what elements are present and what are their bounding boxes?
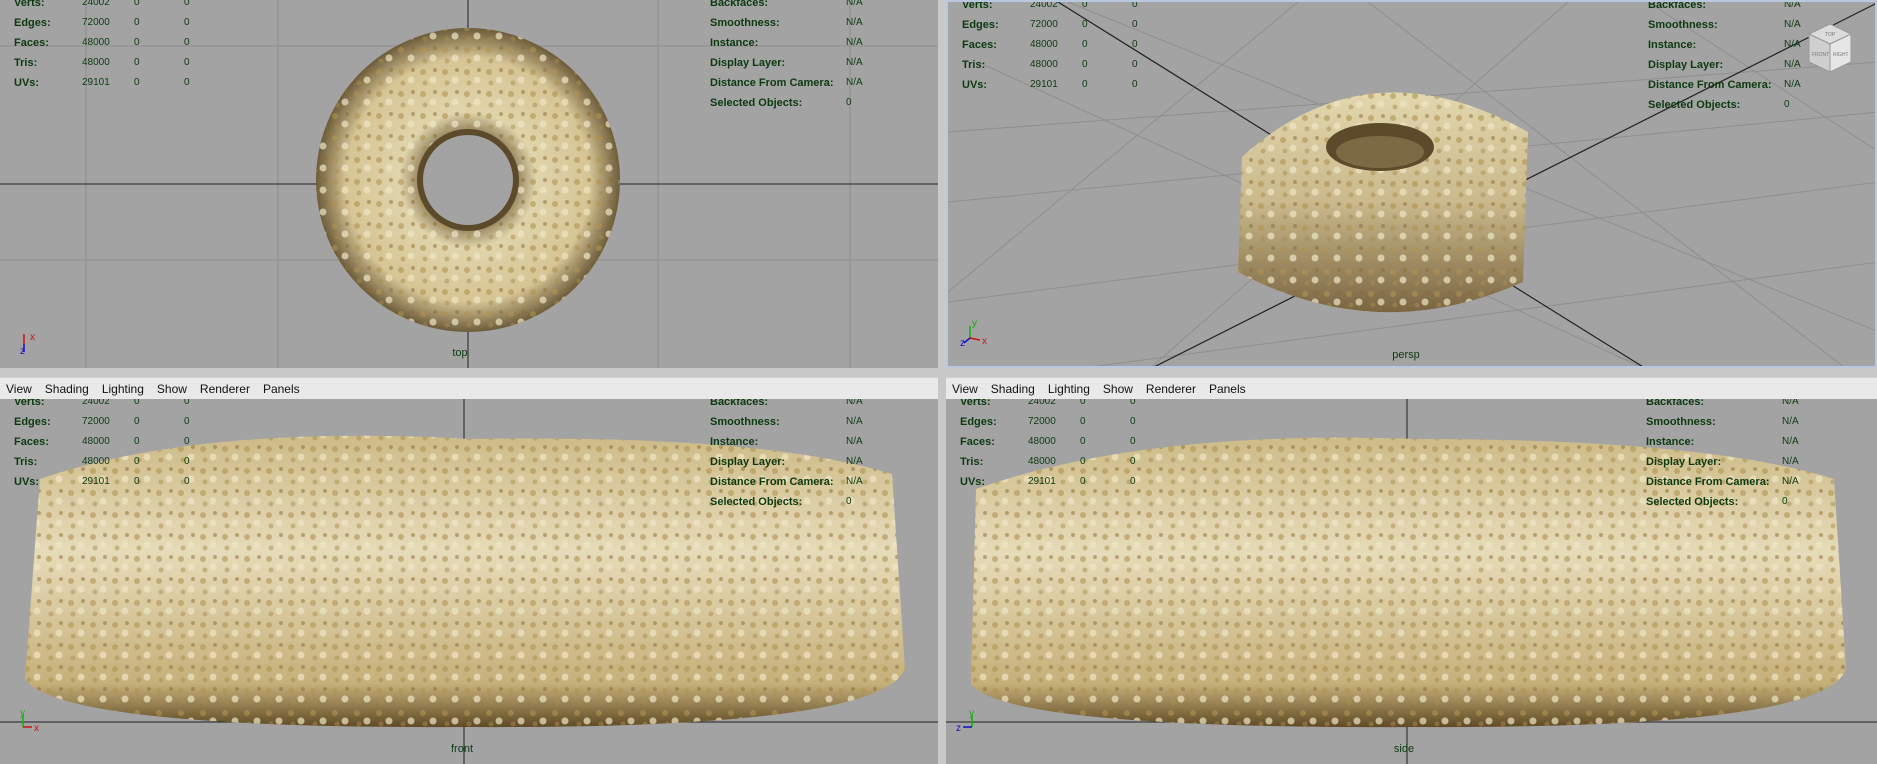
menu-lighting[interactable]: Lighting	[1042, 382, 1097, 396]
svg-text:z: z	[960, 338, 965, 348]
svg-text:z: z	[20, 346, 25, 354]
hud-row: Display Layer: N/A	[710, 456, 863, 468]
svg-text:y: y	[20, 709, 25, 719]
hud-object-info: Backfaces: N/A Smoothness: N/A Instance: N/…	[1648, 0, 1801, 115]
svg-text:TOP: TOP	[1825, 32, 1836, 38]
viewport-side[interactable]: Verts: 24002 0 0 Edges: 72000 0 0 Faces: 48000 0…	[946, 399, 1877, 764]
hud-row: Instance: N/A	[1646, 436, 1799, 448]
hud-row: Smoothness: N/A	[1646, 416, 1799, 428]
hud-row: Backfaces: N/A	[710, 399, 863, 408]
menu-shading[interactable]: Shading	[985, 382, 1042, 396]
hud-row: Edges: 72000 0 0	[14, 17, 190, 29]
viewcube-icon[interactable]: TOP FRONT RIGHT	[1807, 20, 1853, 80]
menu-panels[interactable]: Panels	[257, 382, 307, 396]
menu-shading[interactable]: Shading	[39, 382, 96, 396]
hud-row: Faces: 48000 0 0	[14, 436, 190, 448]
hud-row: Instance: N/A	[710, 37, 863, 49]
hud-row: Edges: 72000 0 0	[960, 416, 1136, 428]
axis-gizmo-side: y z	[956, 708, 980, 734]
hud-poly-count: Verts: 24002 0 0 Edges: 72000 0 0 Faces: 48000 0…	[14, 0, 214, 93]
hud-row: Backfaces: N/A	[710, 0, 863, 9]
hud-row: Tris: 48000 0 0	[14, 456, 190, 468]
hud-row: Verts: 24002 0 0	[14, 0, 190, 9]
hud-row: Tris: 48000 0 0	[14, 57, 190, 69]
hud-row: Verts: 24002 0 0	[14, 399, 190, 408]
menu-show[interactable]: Show	[1097, 382, 1140, 396]
hud-row: Selected Objects: 0	[1646, 496, 1788, 508]
hud-row: Backfaces: N/A	[1648, 0, 1801, 11]
svg-text:z: z	[956, 723, 961, 734]
svg-text:x: x	[30, 332, 35, 343]
camera-label-persp: persp	[1392, 349, 1420, 361]
hud-row: Smoothness: N/A	[710, 416, 863, 428]
axis-gizmo-persp: y x z	[960, 318, 987, 349]
hud-row: Tris: 48000 0 0	[960, 456, 1136, 468]
hud-row: Smoothness: N/A	[1648, 19, 1801, 31]
hud-row: Faces: 48000 0 0	[960, 436, 1136, 448]
hud-row: Selected Objects: 0	[710, 97, 852, 109]
hud-row: UVs: 29101 0 0	[14, 476, 190, 488]
svg-text:y: y	[969, 709, 974, 719]
hud-row: Selected Objects: 0	[1648, 99, 1790, 111]
hud-row: Display Layer: N/A	[1648, 59, 1801, 71]
menu-view[interactable]: View	[946, 382, 985, 396]
hud-row: Instance: N/A	[710, 436, 863, 448]
hud-row: Distance From Camera: N/A	[1648, 79, 1801, 91]
menu-view[interactable]: View	[0, 382, 39, 396]
camera-label-side: side	[1393, 743, 1415, 755]
menu-renderer[interactable]: Renderer	[194, 382, 257, 396]
hud-row: Display Layer: N/A	[1646, 456, 1799, 468]
hud-row: UVs: 29101 0 0	[960, 476, 1136, 488]
hud-row: Distance From Camera: N/A	[710, 476, 863, 488]
maya-viewports-window: Verts: 24002 0 0 Edges: 72000 0 0 Faces: 48000 0…	[0, 0, 1877, 764]
hud-row: Instance: N/A	[1648, 39, 1801, 51]
hud-row: Tris: 48000 0 0	[962, 59, 1138, 71]
axis-gizmo-front: y x	[18, 708, 42, 734]
menu-panels[interactable]: Panels	[1203, 382, 1253, 396]
svg-text:x: x	[34, 723, 39, 734]
hud-poly-count: Verts: 24002 0 0 Edges: 72000 0 0 Faces: 48000 0…	[14, 399, 214, 492]
hud-row: Edges: 72000 0 0	[962, 19, 1138, 31]
camera-label-front: front	[450, 743, 473, 755]
hud-row: Smoothness: N/A	[710, 17, 863, 29]
hud-row: UVs: 29101 0 0	[962, 79, 1138, 91]
hud-row: Distance From Camera: N/A	[710, 77, 863, 89]
hud-row: Verts: 24002 0 0	[960, 399, 1136, 408]
hud-row: Verts: 24002 0 0	[962, 0, 1138, 11]
svg-text:y: y	[972, 318, 977, 329]
viewport-menubar-front: View Shading Lighting Show Renderer Pane…	[0, 377, 938, 401]
axis-gizmo-top: x z	[20, 330, 44, 357]
camera-label-top: top	[452, 347, 468, 359]
hud-row: Backfaces: N/A	[1646, 399, 1799, 408]
hud-poly-count: Verts: 24002 0 0 Edges: 72000 0 0 Faces: 48000 0…	[962, 0, 1162, 95]
hud-row: UVs: 29101 0 0	[14, 77, 190, 89]
hud-row: Faces: 48000 0 0	[962, 39, 1138, 51]
svg-text:x: x	[982, 336, 987, 347]
hud-object-info: Backfaces: N/A Smoothness: N/A Instance: N/…	[710, 399, 863, 512]
hud-object-info: Backfaces: N/A Smoothness: N/A Instance: N/…	[710, 0, 863, 113]
svg-text:RIGHT: RIGHT	[1833, 52, 1849, 58]
viewport-menubar-side: View Shading Lighting Show Renderer Pane…	[946, 377, 1877, 401]
hud-row: Edges: 72000 0 0	[14, 416, 190, 428]
viewport-top[interactable]: Verts: 24002 0 0 Edges: 72000 0 0 Faces: 48000 0…	[0, 0, 938, 368]
hud-row: Selected Objects: 0	[710, 496, 852, 508]
hud-row: Distance From Camera: N/A	[1646, 476, 1799, 488]
viewport-persp[interactable]: Verts: 24002 0 0 Edges: 72000 0 0 Faces: 48000 0…	[946, 0, 1877, 368]
menu-lighting[interactable]: Lighting	[96, 382, 151, 396]
menu-show[interactable]: Show	[151, 382, 194, 396]
svg-text:FRONT: FRONT	[1812, 52, 1829, 58]
hud-poly-count: Verts: 24002 0 0 Edges: 72000 0 0 Faces: 48000 0…	[960, 399, 1160, 492]
hud-object-info: Backfaces: N/A Smoothness: N/A Instance: N/…	[1646, 399, 1799, 512]
hud-row: Display Layer: N/A	[710, 57, 863, 69]
viewport-front[interactable]: Verts: 24002 0 0 Edges: 72000 0 0 Faces: 48000 0…	[0, 399, 938, 764]
hud-row: Faces: 48000 0 0	[14, 37, 190, 49]
menu-renderer[interactable]: Renderer	[1140, 382, 1203, 396]
